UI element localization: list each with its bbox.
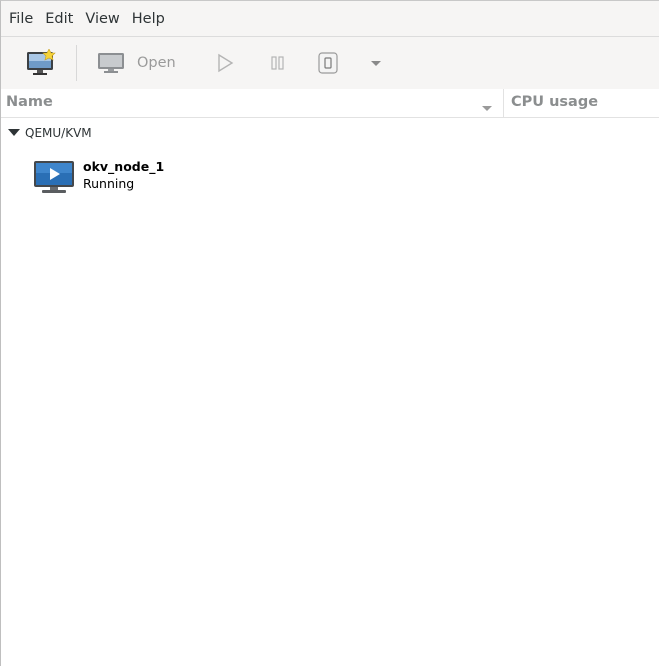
menubar: File Edit View Help bbox=[1, 1, 659, 37]
vm-status: Running bbox=[83, 176, 135, 191]
menu-file[interactable]: File bbox=[3, 1, 39, 37]
pause-button[interactable] bbox=[269, 47, 287, 79]
play-icon bbox=[218, 53, 234, 73]
run-button[interactable] bbox=[217, 47, 235, 79]
column-divider[interactable] bbox=[503, 89, 504, 117]
connection-row[interactable]: QEMU/KVM bbox=[1, 119, 659, 147]
pause-icon bbox=[271, 56, 284, 70]
vm-name: okv_node_1 bbox=[83, 159, 165, 174]
chevron-down-icon bbox=[371, 61, 381, 66]
menu-help[interactable]: Help bbox=[126, 1, 171, 37]
open-button[interactable]: Open bbox=[97, 47, 176, 79]
column-name-header[interactable]: Name bbox=[6, 89, 53, 117]
toolbar: Open bbox=[1, 37, 659, 89]
column-cpu-header[interactable]: CPU usage bbox=[511, 89, 598, 117]
sort-indicator-icon[interactable] bbox=[481, 99, 493, 118]
monitor-icon bbox=[98, 53, 124, 73]
virt-manager-window: File Edit View Help Open Name CPU usage … bbox=[0, 0, 659, 666]
new-vm-button[interactable] bbox=[25, 47, 57, 79]
vm-running-icon bbox=[34, 161, 74, 193]
menu-edit[interactable]: Edit bbox=[39, 1, 79, 37]
vm-row[interactable]: okv_node_1 Running bbox=[1, 151, 659, 199]
shutdown-button[interactable] bbox=[317, 47, 339, 79]
menu-view[interactable]: View bbox=[79, 1, 125, 37]
connection-label: QEMU/KVM bbox=[25, 126, 92, 140]
toolbar-separator bbox=[76, 45, 77, 81]
column-header: Name CPU usage bbox=[1, 89, 659, 118]
expander-down-icon[interactable] bbox=[7, 128, 21, 138]
open-label: Open bbox=[137, 55, 176, 71]
new-vm-icon bbox=[27, 49, 56, 75]
power-icon bbox=[318, 52, 338, 74]
shutdown-menu-button[interactable] bbox=[369, 47, 383, 79]
